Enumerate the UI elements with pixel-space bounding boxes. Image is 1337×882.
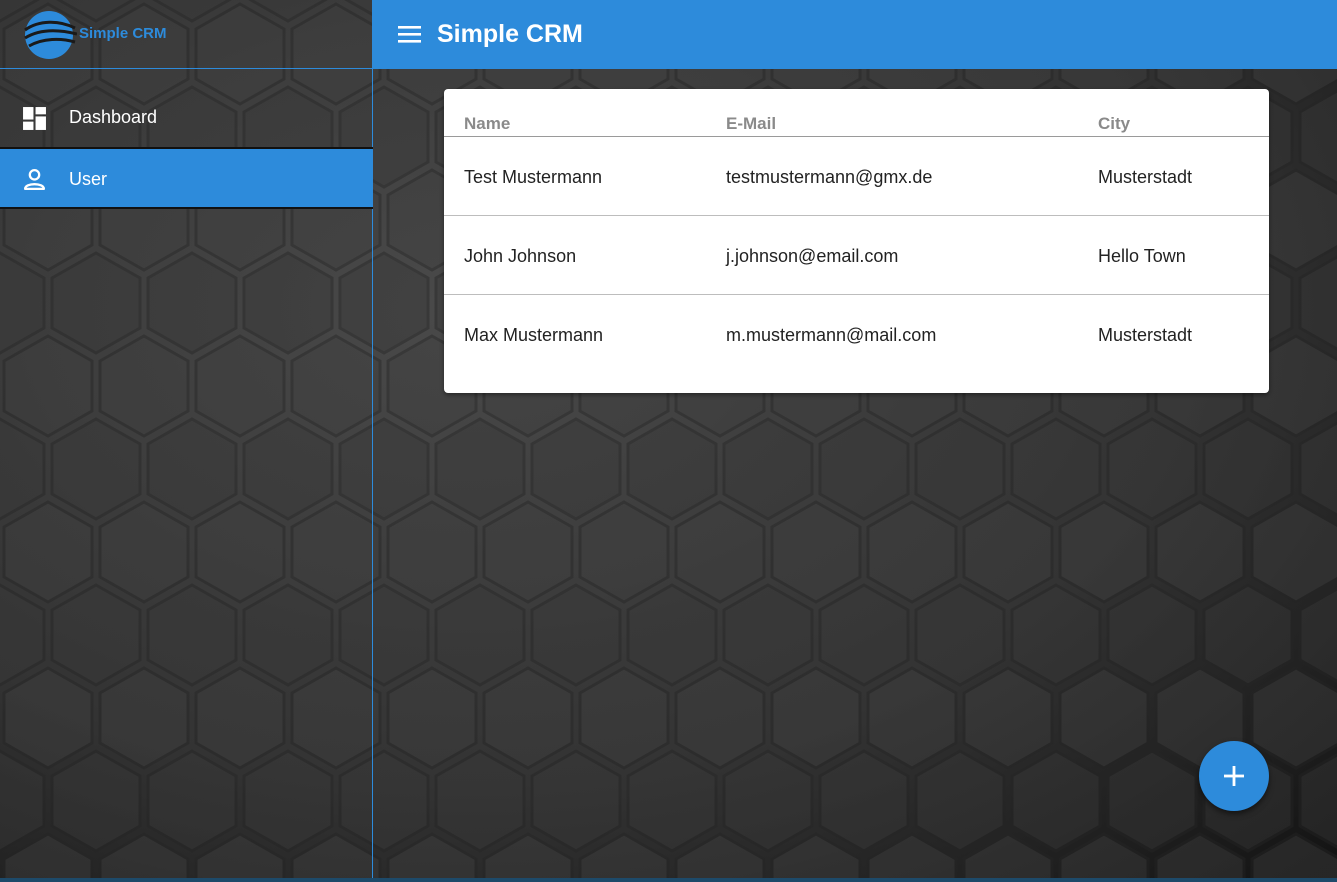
column-header-name[interactable]: Name bbox=[464, 114, 510, 134]
table-header: Name E-Mail City bbox=[444, 89, 1269, 137]
top-toolbar: Simple CRM bbox=[373, 0, 1337, 69]
cell-name: Max Mustermann bbox=[464, 325, 604, 345]
page-title: Simple CRM bbox=[437, 20, 583, 48]
column-header-city[interactable]: City bbox=[1098, 114, 1130, 134]
column-header-email[interactable]: E-Mail bbox=[726, 114, 776, 134]
sidebar-item-label: Dashboard bbox=[69, 107, 158, 127]
cell-city: Musterstadt bbox=[1098, 167, 1193, 187]
sidebar-item-dashboard[interactable]: Dashboard bbox=[0, 88, 373, 148]
add-user-button[interactable] bbox=[1199, 741, 1269, 811]
sidebar-item-label: User bbox=[69, 169, 108, 189]
sidebar-item-user[interactable]: User bbox=[0, 147, 373, 209]
cell-name: Test Mustermann bbox=[464, 167, 603, 187]
logo-text: Simple CRM bbox=[79, 25, 167, 42]
cell-city: Hello Town bbox=[1098, 246, 1186, 266]
person-icon bbox=[23, 168, 46, 191]
cell-email: j.johnson@email.com bbox=[726, 246, 899, 266]
table-row[interactable]: Max Mustermann m.mustermann@mail.com Mus… bbox=[444, 295, 1269, 374]
dashboard-icon bbox=[23, 107, 46, 130]
logo-area: Simple CRM bbox=[0, 0, 373, 69]
cell-name: John Johnson bbox=[464, 246, 577, 266]
cell-city: Musterstadt bbox=[1098, 325, 1193, 345]
plus-icon bbox=[1224, 766, 1244, 786]
cell-email: m.mustermann@mail.com bbox=[726, 325, 937, 345]
cell-email: testmustermann@gmx.de bbox=[726, 167, 933, 187]
logo-icon bbox=[24, 11, 77, 59]
table-row[interactable]: Test Mustermann testmustermann@gmx.de Mu… bbox=[444, 137, 1269, 216]
bottom-divider bbox=[0, 878, 1337, 882]
user-table-card: Name E-Mail City Test Mustermann testmus… bbox=[444, 89, 1269, 393]
sidebar: Simple CRM Dashboard User bbox=[0, 0, 373, 878]
table-row[interactable]: John Johnson j.johnson@email.com Hello T… bbox=[444, 216, 1269, 295]
menu-icon[interactable] bbox=[397, 23, 423, 45]
